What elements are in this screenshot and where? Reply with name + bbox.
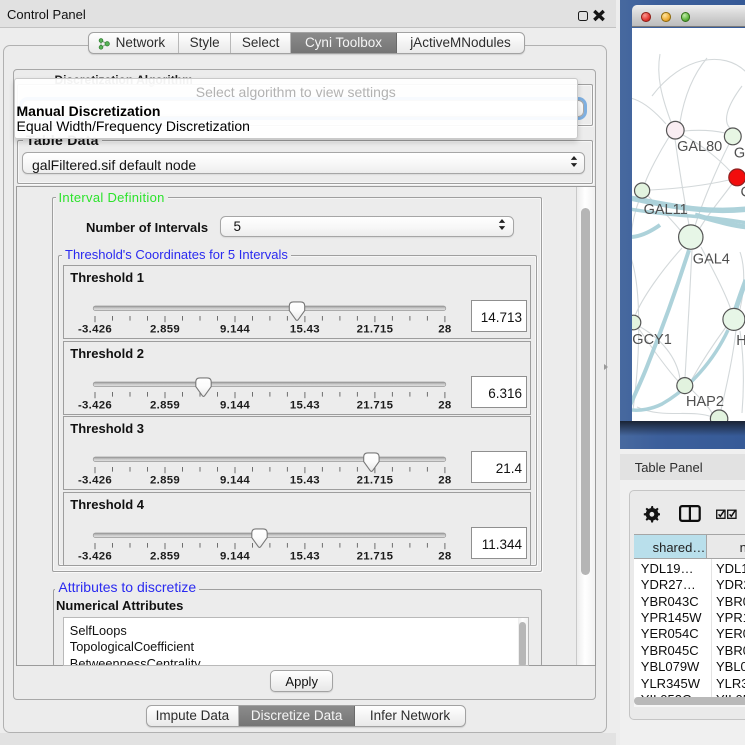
svg-text:-3.426: -3.426	[78, 475, 112, 487]
svg-text:2.859: 2.859	[150, 551, 180, 563]
svg-text:28: 28	[438, 551, 451, 563]
svg-text:28: 28	[438, 324, 451, 336]
svg-text:9.144: 9.144	[220, 475, 250, 487]
svg-text:21.715: 21.715	[356, 475, 393, 487]
svg-text:GA: GA	[733, 146, 745, 162]
svg-text:-3.426: -3.426	[78, 551, 112, 563]
svg-text:21.715: 21.715	[356, 324, 393, 336]
svg-text:21.715: 21.715	[356, 400, 393, 412]
svg-text:-3.426: -3.426	[78, 324, 112, 336]
svg-text:-3.426: -3.426	[78, 400, 112, 412]
svg-text:15.43: 15.43	[290, 400, 320, 412]
svg-text:HAP2: HAP2	[686, 394, 724, 410]
svg-text:GAL4: GAL4	[692, 252, 729, 268]
svg-text:28: 28	[438, 400, 451, 412]
svg-text:GAL80: GAL80	[677, 139, 722, 155]
svg-text:2.859: 2.859	[150, 400, 180, 412]
svg-text:9.144: 9.144	[220, 324, 250, 336]
svg-text:2.859: 2.859	[150, 475, 180, 487]
svg-text:21.715: 21.715	[356, 551, 393, 563]
svg-text:9.144: 9.144	[220, 551, 250, 563]
svg-text:GAL11: GAL11	[643, 202, 687, 218]
svg-text:9.144: 9.144	[220, 400, 250, 412]
svg-text:C: C	[740, 185, 745, 201]
svg-text:15.43: 15.43	[290, 324, 320, 336]
svg-text:GCY1: GCY1	[632, 332, 672, 348]
svg-text:15.43: 15.43	[290, 475, 320, 487]
svg-text:2.859: 2.859	[150, 324, 180, 336]
svg-text:28: 28	[438, 475, 451, 487]
svg-text:H: H	[736, 333, 745, 349]
svg-text:15.43: 15.43	[290, 551, 320, 563]
